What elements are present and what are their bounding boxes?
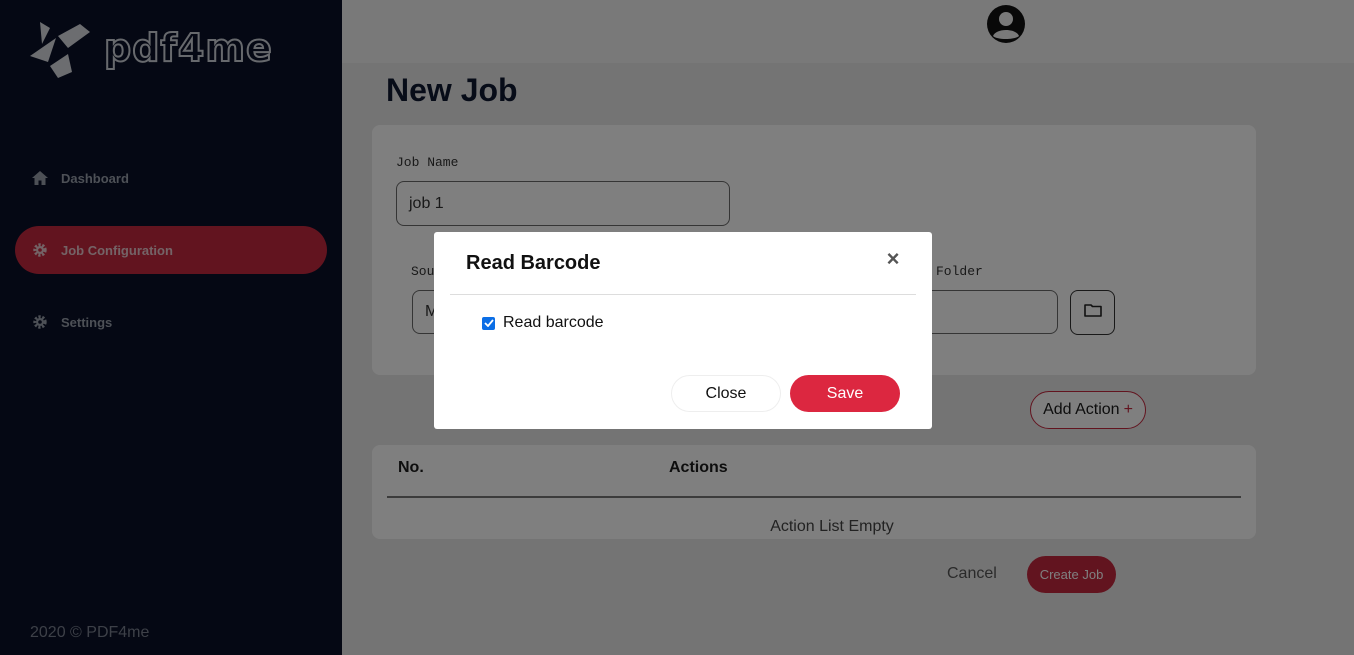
read-barcode-option[interactable]: Read barcode	[482, 314, 604, 332]
checkmark-icon	[483, 319, 494, 327]
read-barcode-label: Read barcode	[503, 314, 604, 331]
save-button[interactable]: Save	[790, 375, 900, 412]
close-icon[interactable]: ×	[884, 248, 902, 270]
dialog-title: Read Barcode	[466, 252, 601, 274]
read-barcode-checkbox[interactable]	[482, 316, 495, 330]
dialog-divider	[450, 294, 916, 295]
close-button[interactable]: Close	[671, 375, 781, 412]
read-barcode-dialog: Read Barcode × Read barcode Close Save	[434, 232, 932, 429]
